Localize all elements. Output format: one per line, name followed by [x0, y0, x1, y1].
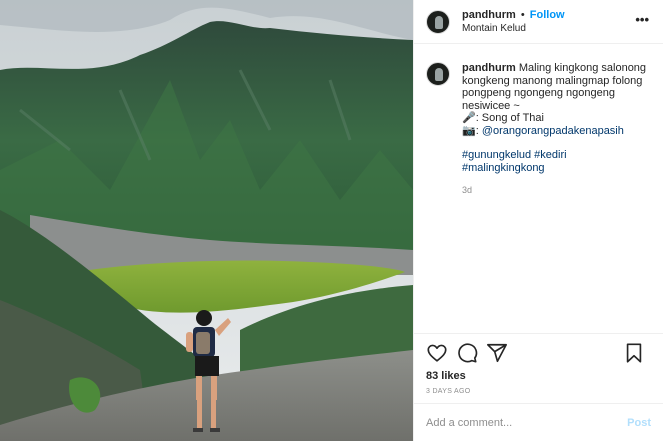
bookmark-icon[interactable] [623, 342, 645, 364]
caption-music-line: 🎤: Song of Thai [462, 112, 544, 124]
post-header: pandhurm • Follow Montain Kelud ••• [414, 0, 663, 44]
post-photo[interactable] [0, 0, 413, 441]
photo-credit-mention[interactable]: @orangorangpadakenapasih [482, 125, 624, 137]
hashtag-line[interactable]: #gunungkelud #kediri [462, 149, 651, 162]
camera-icon: 📷: [462, 124, 482, 137]
hashtags[interactable]: #gunungkelud #kediri #malingkingkong [462, 149, 651, 174]
header-meta: pandhurm • Follow Montain Kelud [462, 9, 565, 35]
action-bar: 83 likes 3 DAYS AGO [414, 333, 663, 403]
caption-block: pandhurm Maling kingkong salonong kongke… [414, 44, 663, 333]
caption-body: pandhurm Maling kingkong salonong kongke… [462, 62, 651, 333]
crater-lake-image [0, 0, 413, 441]
caption-avatar[interactable] [426, 62, 450, 86]
comment-icon[interactable] [456, 342, 478, 364]
more-options-icon[interactable]: ••• [635, 12, 649, 27]
post-side-panel: pandhurm • Follow Montain Kelud ••• pand… [413, 0, 663, 441]
caption-age: 3d [462, 185, 473, 195]
caption-text-block: pandhurm Maling kingkong salonong kongke… [462, 62, 651, 112]
header-row: pandhurm • Follow [462, 9, 565, 22]
follow-button[interactable]: Follow [530, 9, 565, 21]
caption-username[interactable]: pandhurm [462, 62, 516, 74]
post-comment-button[interactable]: Post [627, 417, 651, 429]
comment-input[interactable] [426, 416, 628, 429]
location-link[interactable]: Montain Kelud [462, 22, 565, 35]
caption-photo-line: 📷: @orangorangpadakenapasih [462, 125, 651, 138]
avatar[interactable] [426, 9, 450, 34]
likes-count[interactable]: 83 likes [426, 370, 651, 382]
comment-box: Post [414, 403, 663, 441]
post-timestamp[interactable]: 3 DAYS AGO [426, 388, 651, 395]
action-icons [426, 342, 651, 364]
header-username[interactable]: pandhurm [462, 9, 516, 21]
share-icon[interactable] [486, 342, 508, 364]
hashtag-line[interactable]: #malingkingkong [462, 162, 651, 175]
heart-icon[interactable] [426, 342, 448, 364]
instagram-post: pandhurm • Follow Montain Kelud ••• pand… [0, 0, 663, 441]
separator-dot: • [520, 8, 525, 21]
